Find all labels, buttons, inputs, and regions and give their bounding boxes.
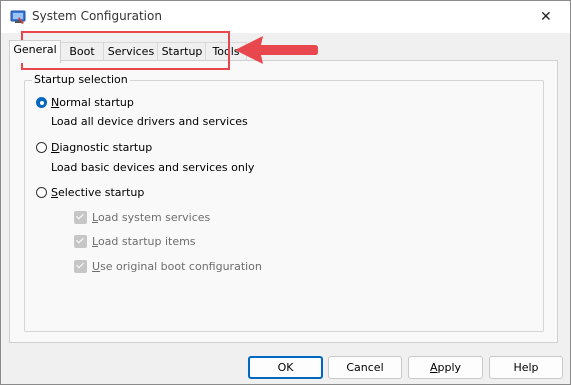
normal-startup-radio[interactable] [36, 97, 47, 108]
normal-startup-label: Normal startup [51, 96, 134, 109]
use-original-boot-config-label: Use original boot configuration [92, 260, 262, 273]
load-startup-items-checkbox [74, 235, 87, 248]
use-original-boot-config-option: Use original boot configuration [74, 260, 262, 273]
window-title: System Configuration [32, 9, 162, 23]
diagnostic-startup-radio-option[interactable]: Diagnostic startup [36, 141, 152, 154]
startup-selection-group: Startup selection Normal startup Load al… [24, 73, 544, 332]
tab-general[interactable]: General [9, 40, 61, 63]
ok-button[interactable]: OK [248, 356, 323, 379]
system-configuration-window: System Configuration ✕ General Boot Serv… [0, 0, 571, 385]
annotation-arrow-icon [235, 36, 318, 64]
diagnostic-startup-radio[interactable] [36, 142, 47, 153]
close-icon: ✕ [540, 9, 552, 25]
help-button[interactable]: Help [489, 356, 563, 379]
normal-startup-description: Load all device drivers and services [51, 115, 248, 128]
msconfig-app-icon [10, 10, 26, 24]
load-system-services-checkbox [74, 211, 87, 224]
load-startup-items-option: Load startup items [74, 235, 196, 248]
load-system-services-option: Load system services [74, 211, 210, 224]
selective-startup-label: Selective startup [51, 186, 145, 199]
title-bar[interactable]: System Configuration ✕ [1, 1, 570, 33]
diagnostic-startup-label: Diagnostic startup [51, 141, 153, 154]
load-system-services-label: Load system services [92, 211, 211, 224]
selective-startup-radio-option[interactable]: Selective startup [36, 186, 144, 199]
selective-startup-radio[interactable] [36, 187, 47, 198]
cancel-button[interactable]: Cancel [328, 356, 402, 379]
load-startup-items-label: Load startup items [92, 235, 196, 248]
apply-button[interactable]: Apply [408, 356, 483, 379]
close-button[interactable]: ✕ [524, 1, 570, 33]
general-tab-panel: Startup selection Normal startup Load al… [9, 60, 558, 343]
diagnostic-startup-description: Load basic devices and services only [51, 161, 255, 174]
use-original-boot-config-checkbox [74, 260, 87, 273]
startup-selection-legend: Startup selection [32, 73, 130, 86]
normal-startup-radio-option[interactable]: Normal startup [36, 96, 134, 109]
